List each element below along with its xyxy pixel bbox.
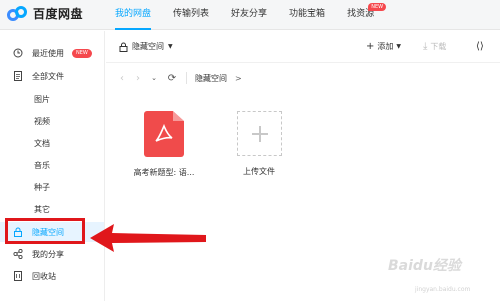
sidebar-item-music[interactable]: 音乐	[0, 155, 104, 175]
hidden-space-dropdown[interactable]: 隐藏空间 ▼	[119, 41, 173, 52]
watermark-url: jingyan.baidu.com	[415, 286, 471, 293]
hidden-space-dropdown-label: 隐藏空间	[132, 42, 164, 51]
tab-my-netdisk[interactable]: 我的网盘	[115, 0, 152, 30]
download-icon: ⤓	[423, 41, 428, 52]
sidebar-item-videos[interactable]: 视频	[0, 111, 104, 131]
plus-icon	[236, 111, 282, 156]
more-button[interactable]: ⟨⟩	[476, 41, 487, 52]
top-bar: 百度网盘 我的网盘 传输列表 好友分享 功能宝箱 找资源 NEW	[0, 0, 500, 30]
document-icon	[13, 71, 23, 81]
download-button[interactable]: ⤓ 下载	[423, 41, 446, 52]
download-label: 下载	[430, 42, 447, 51]
add-button[interactable]: + 添加 ▼	[366, 41, 401, 52]
sidebar-item-label: 全部文件	[32, 71, 64, 81]
sidebar-item-label: 视频	[34, 116, 50, 126]
tab-transfer-list[interactable]: 传输列表	[173, 0, 209, 30]
sidebar-item-docs[interactable]: 文档	[0, 133, 104, 153]
main-nav: 我的网盘 传输列表 好友分享 功能宝箱 找资源 NEW	[115, 0, 396, 30]
caret-down-icon: ▼	[168, 43, 173, 50]
sidebar-item-recycle-bin[interactable]: 回收站	[0, 266, 104, 286]
sidebar-item-label: 文档	[34, 138, 50, 148]
red-arrow-icon	[90, 224, 206, 252]
sidebar-item-label: 种子	[34, 182, 50, 192]
plus-icon: +	[366, 41, 375, 52]
add-label: 添加	[377, 42, 394, 51]
sidebar: 最近使用 NEW 全部文件 图片 视频 文档 音乐 种子 其它 隐藏空间 我的分…	[0, 31, 105, 301]
sidebar-item-label: 回收站	[32, 271, 56, 281]
sidebar-item-label: 我的分享	[32, 249, 64, 259]
sidebar-item-label: 音乐	[34, 160, 50, 170]
file-name: 高考新题型: 语...	[133, 168, 195, 177]
trash-icon	[13, 271, 23, 281]
breadcrumb-current[interactable]: 隐藏空间	[195, 73, 227, 84]
refresh-icon[interactable]: ⟳	[166, 73, 178, 84]
sidebar-item-other[interactable]: 其它	[0, 199, 104, 219]
share-icon	[13, 249, 23, 259]
baidu-jingyan-watermark: Baidu经验	[388, 258, 461, 274]
sidebar-item-recent[interactable]: 最近使用 NEW	[0, 43, 104, 63]
pdf-icon	[144, 111, 184, 157]
app-name: 百度网盘	[33, 7, 84, 21]
clock-icon	[13, 48, 23, 58]
new-badge: NEW	[72, 48, 92, 58]
divider	[186, 72, 187, 84]
sidebar-item-all-files[interactable]: 全部文件	[0, 66, 104, 86]
upload-file-label: 上传文件	[243, 167, 275, 176]
tab-toolbox[interactable]: 功能宝箱	[289, 0, 325, 30]
tab-find-resources[interactable]: 找资源 NEW	[347, 0, 387, 30]
sidebar-item-images[interactable]: 图片	[0, 89, 104, 109]
baidu-netdisk-logo-icon	[7, 5, 29, 22]
sidebar-item-label: 最近使用	[32, 48, 64, 58]
share-icon: ⟨⟩	[476, 41, 484, 52]
caret-down-icon: ▼	[396, 43, 402, 50]
lock-icon	[119, 42, 128, 52]
sidebar-item-torrents[interactable]: 种子	[0, 177, 104, 197]
tab-friend-share[interactable]: 好友分享	[231, 0, 267, 30]
breadcrumb: ‹ › ⌄ ⟳ 隐藏空间 >	[106, 68, 500, 88]
logo[interactable]: 百度网盘	[7, 5, 83, 22]
highlight-box	[5, 218, 85, 244]
dropdown-icon[interactable]: ⌄	[148, 74, 160, 82]
toolbar: 隐藏空间 ▼ + 添加 ▼ ⤓ 下载 ⟨⟩	[106, 31, 500, 63]
file-item-pdf[interactable]: 高考新题型: 语...	[128, 111, 200, 178]
back-icon[interactable]: ‹	[116, 73, 128, 84]
sidebar-item-label: 图片	[34, 94, 50, 104]
chevron-right-icon: >	[235, 73, 242, 83]
forward-icon[interactable]: ›	[132, 73, 144, 84]
sidebar-item-label: 其它	[34, 204, 50, 214]
new-badge: NEW	[368, 3, 387, 11]
upload-file-tile[interactable]: 上传文件	[228, 111, 290, 177]
